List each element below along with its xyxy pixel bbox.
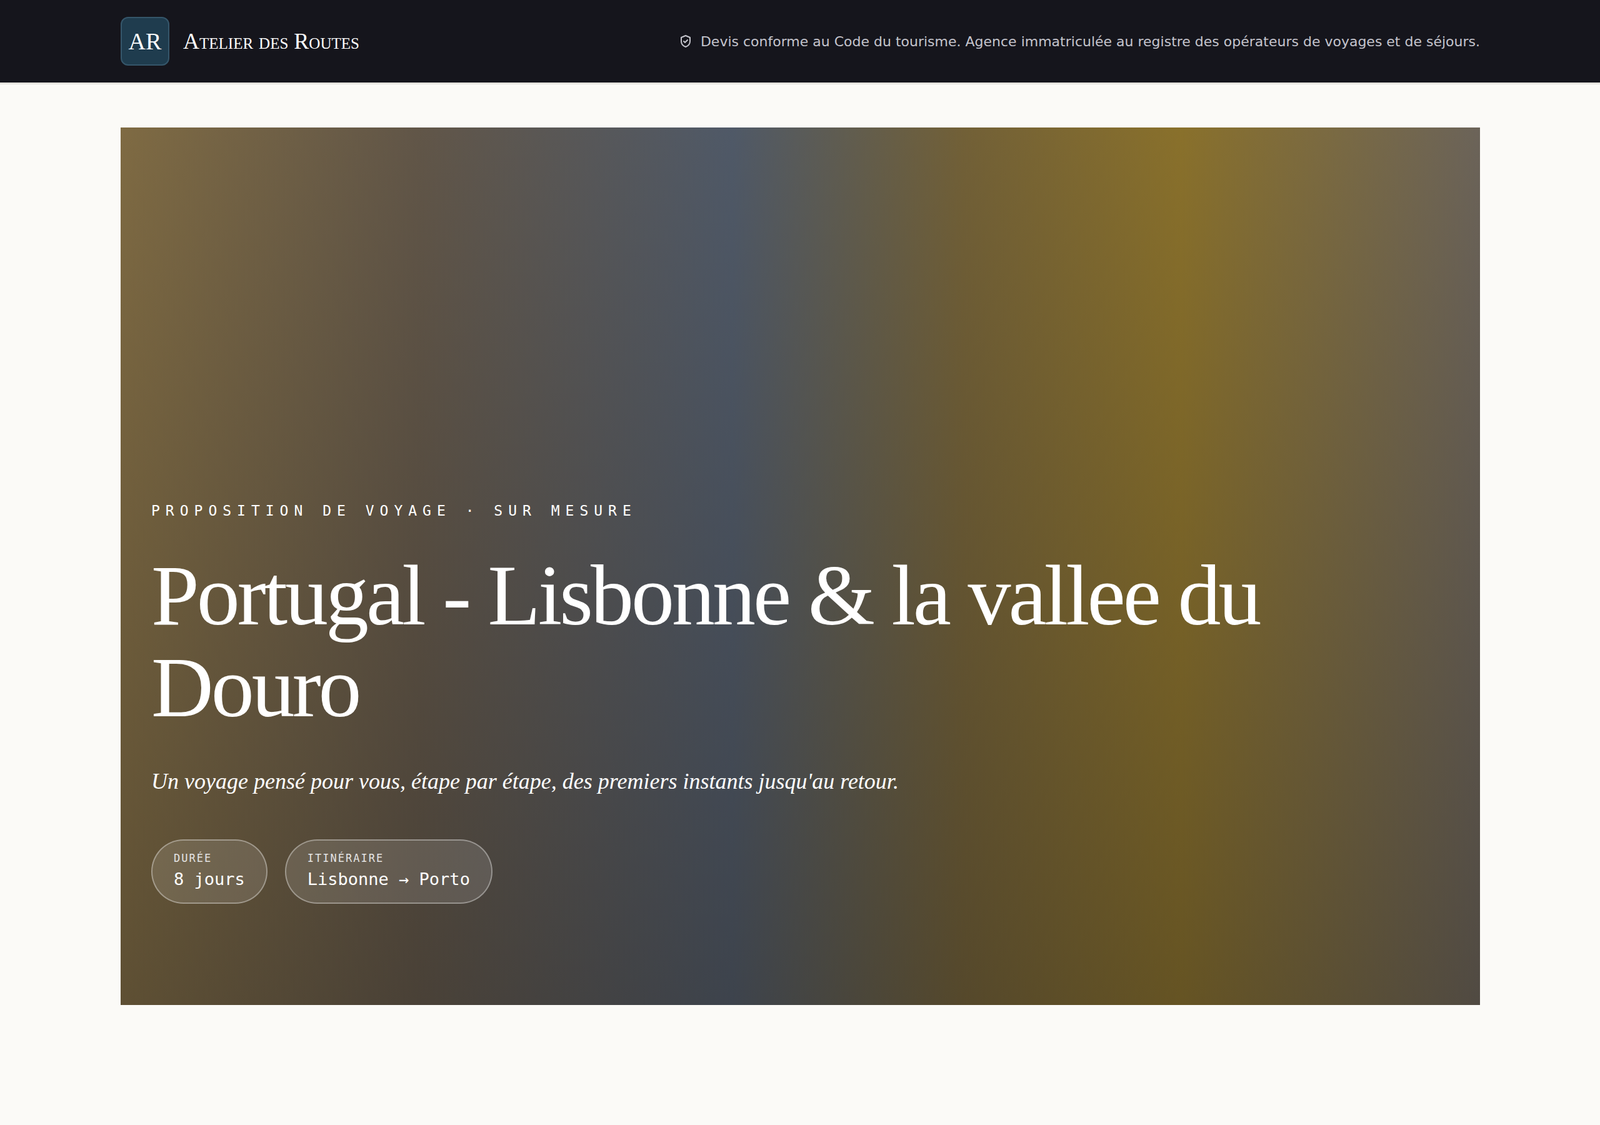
fact-value: 8 jours xyxy=(173,869,245,889)
facts: DURÉE 8 jours ITINÉRAIRE Lisbonne → Porto xyxy=(151,839,1450,904)
eyebrow: PROPOSITION DE VOYAGE · SUR MESURE xyxy=(151,502,1450,519)
top-bar: AR Atelier des Routes Devis conforme au Co… xyxy=(0,0,1600,85)
logo: AR xyxy=(120,16,170,66)
hero: PROPOSITION DE VOYAGE · SUR MESURE Portug… xyxy=(120,127,1480,1005)
hero-subtitle: Un voyage pensé pour vous, étape par éta… xyxy=(151,768,1450,795)
brand[interactable]: AR Atelier des Routes xyxy=(120,16,360,66)
fact-pill: DURÉE 8 jours xyxy=(151,839,268,904)
page: AR Atelier des Routes Devis conforme au Co… xyxy=(0,0,1600,1125)
fact-label: DURÉE xyxy=(173,851,245,865)
brand-name: Atelier des Routes xyxy=(183,28,360,55)
compliance-notice: Devis conforme au Code du tourisme. Agen… xyxy=(678,33,1480,50)
content: PROPOSITION DE VOYAGE · SUR MESURE Portug… xyxy=(0,84,1600,1005)
shield-check-icon xyxy=(678,33,694,49)
hero-text: PROPOSITION DE VOYAGE · SUR MESURE Portug… xyxy=(120,502,1480,1005)
fact-pill: ITINÉRAIRE Lisbonne → Porto xyxy=(285,839,493,904)
hero-title: Portugal - Lisbonne & la vallee du Douro xyxy=(151,550,1370,734)
fact-value: Lisbonne → Porto xyxy=(307,869,470,889)
fact-label: ITINÉRAIRE xyxy=(307,851,470,865)
compliance-text: Devis conforme au Code du tourisme. Agen… xyxy=(700,33,1480,50)
